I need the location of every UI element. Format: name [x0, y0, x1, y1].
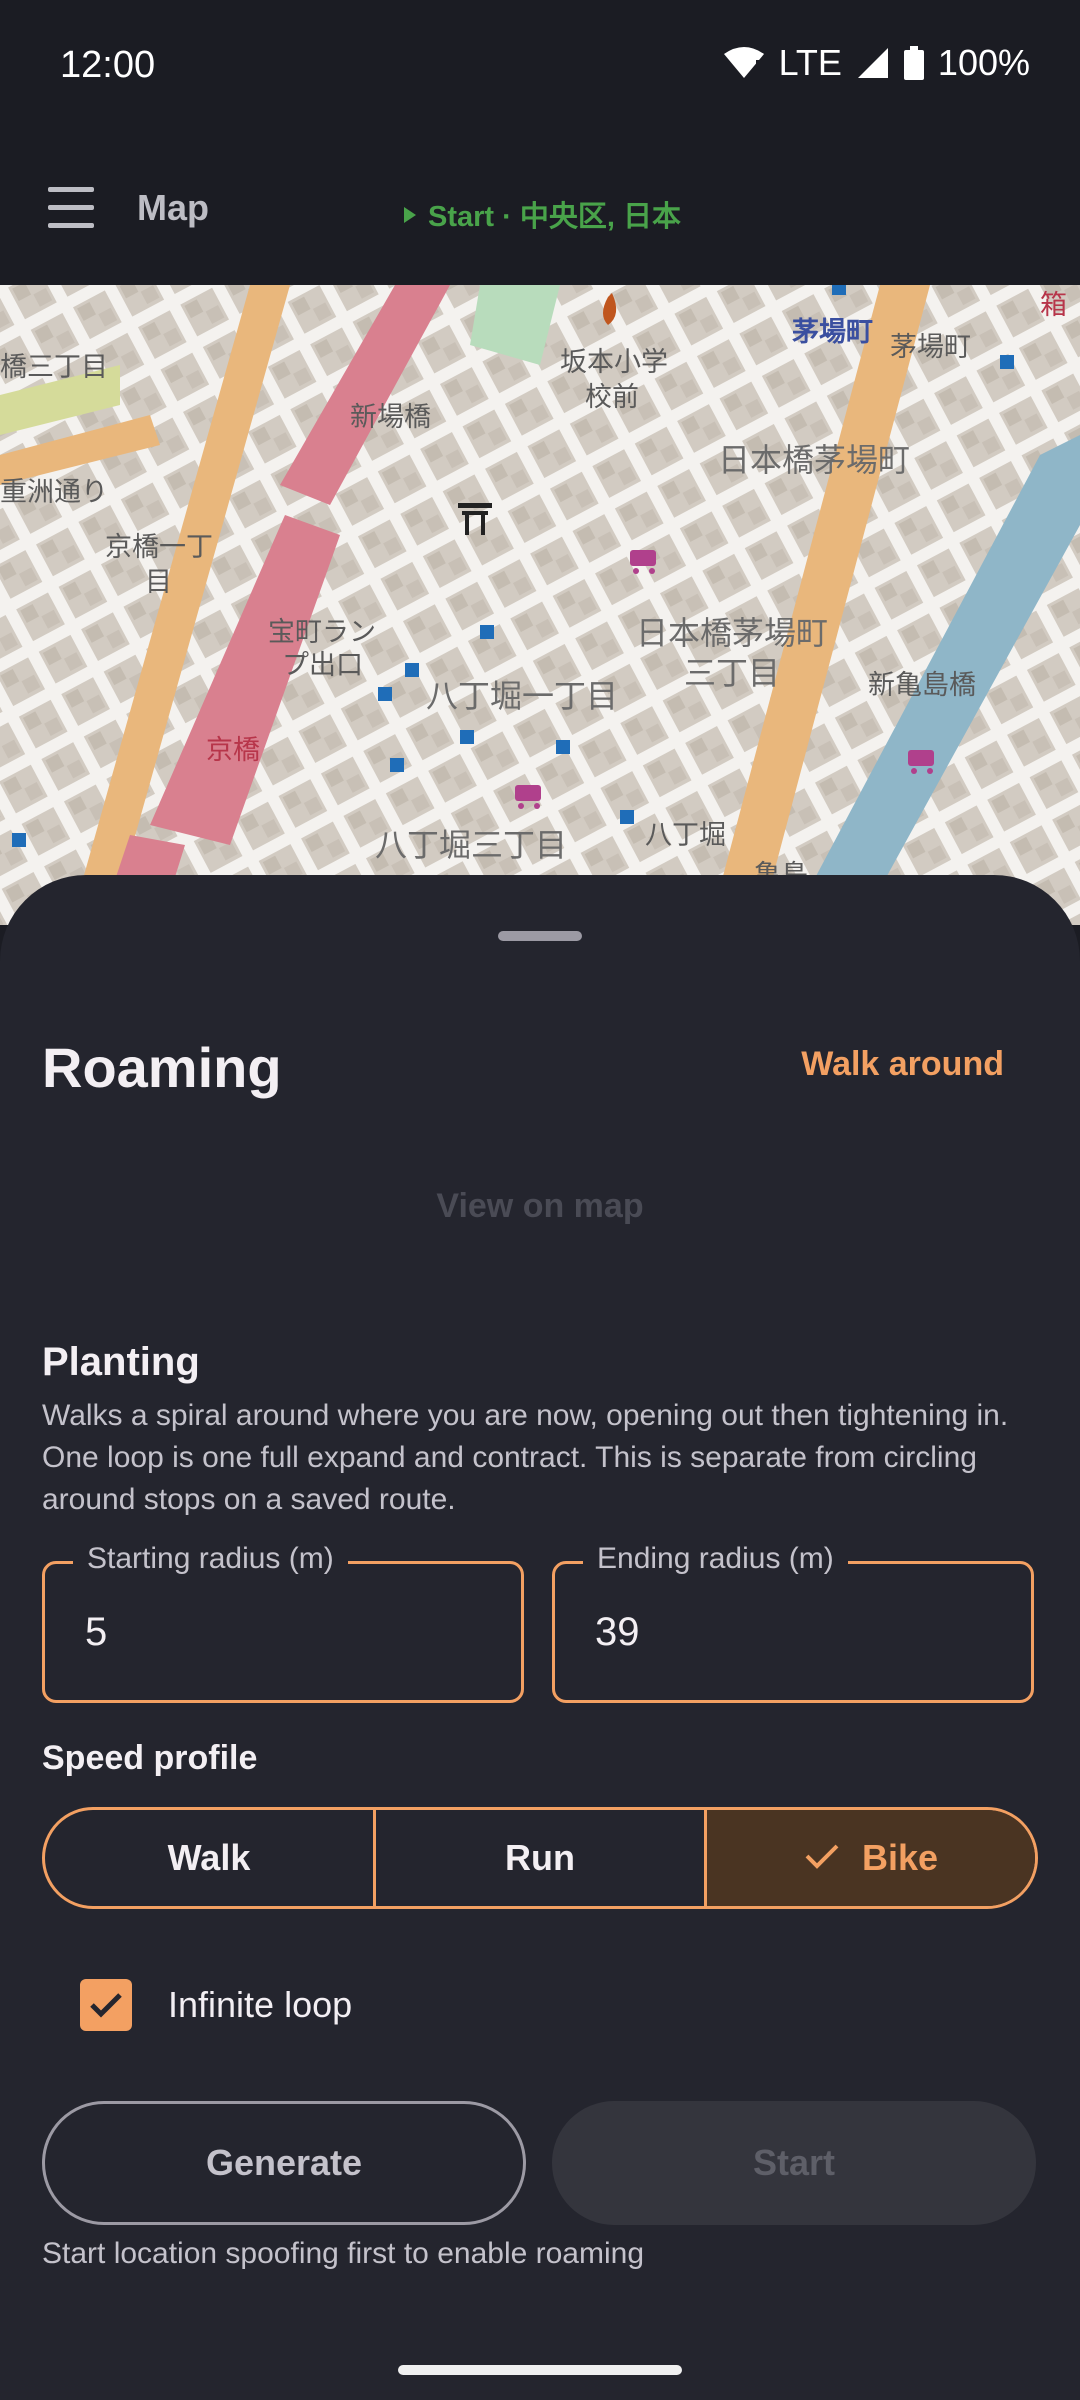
network-type: LTE [778, 42, 842, 83]
battery-icon [903, 46, 924, 80]
map-label: 八丁堀三丁目 [375, 827, 568, 863]
section-title: Planting [42, 1340, 200, 1384]
map-label: 八丁堀一丁目 [426, 678, 619, 714]
battery-level: 100% [937, 42, 1030, 83]
status-bar: 12:00 LTE 100% [0, 0, 1080, 135]
start-location[interactable]: Start · 中央区, 日本 [404, 193, 681, 235]
start-location-text: Start · 中央区, 日本 [428, 201, 681, 233]
infinite-loop-row[interactable]: Infinite loop [80, 1979, 352, 2031]
starting-radius-field[interactable]: Starting radius (m) 5 [42, 1542, 524, 1703]
check-icon [804, 1837, 840, 1879]
generate-button[interactable]: Generate [42, 2101, 526, 2225]
ending-radius-label: Ending radius (m) [583, 1542, 848, 1576]
ending-radius-field[interactable]: Ending radius (m) 39 [552, 1542, 1034, 1703]
signal-icon [856, 46, 890, 80]
map-label: 坂本小学 [560, 347, 668, 377]
roaming-sheet: Roaming Walk around View on map Planting… [0, 875, 1080, 2400]
map-label: 橋三丁目 [0, 352, 108, 382]
map-label: 茅場町 [890, 332, 971, 362]
map-label: 箱 [1040, 290, 1067, 320]
speed-option-bike[interactable]: Bike [707, 1810, 1035, 1906]
status-time: 12:00 [60, 44, 156, 86]
map-label: 八丁堀 [645, 820, 726, 850]
gesture-nav-bar[interactable] [398, 2365, 682, 2375]
map-label: 日本橋茅場町 [718, 442, 911, 478]
view-on-map-button[interactable]: View on map [0, 1187, 1080, 1226]
map-label: 京橋一丁 [105, 532, 213, 562]
speed-profile-selector: Walk Run Bike [42, 1807, 1038, 1909]
infinite-loop-label: Infinite loop [168, 1984, 353, 2025]
speed-option-label: Walk [167, 1837, 251, 1878]
status-icons: LTE 100% [723, 42, 1030, 84]
infinite-loop-checkbox[interactable] [80, 1979, 132, 2031]
wifi-icon [723, 46, 765, 80]
map-view[interactable]: 茅場町 茅場町 坂本小学 校前 日本橋茅場町 新場橋 京橋一丁 目 宝町ラン プ… [0, 285, 1080, 925]
starting-radius-label: Starting radius (m) [73, 1542, 348, 1576]
drag-handle[interactable] [498, 931, 582, 941]
map-label: 校前 [585, 382, 639, 412]
map-label: 新亀島橋 [868, 670, 976, 700]
speed-option-run[interactable]: Run [376, 1810, 707, 1906]
map-label: 重洲通り [0, 477, 108, 507]
map-label: 京橋 [206, 735, 260, 765]
starting-radius-value: 5 [85, 1610, 108, 1654]
menu-icon[interactable] [48, 187, 98, 231]
walk-around-button[interactable]: Walk around [801, 1045, 1004, 1084]
map-label: 新場橋 [350, 402, 431, 432]
map-label: プ出口 [282, 650, 363, 680]
app-bar: Map Start · 中央区, 日本 [0, 135, 1080, 285]
map-label: 茅場町 [792, 317, 873, 347]
speed-option-label: Run [505, 1837, 575, 1878]
check-icon [90, 1993, 122, 2018]
play-icon [404, 198, 416, 231]
sheet-title: Roaming [42, 1036, 282, 1099]
map-label: 目 [145, 567, 172, 597]
app-title: Map [137, 187, 209, 228]
speed-option-walk[interactable]: Walk [45, 1810, 376, 1906]
roaming-hint: Start location spoofing first to enable … [42, 2237, 645, 2270]
start-button[interactable]: Start [552, 2101, 1036, 2225]
speed-option-label: Bike [861, 1837, 939, 1878]
ending-radius-value: 39 [595, 1610, 640, 1654]
section-description: Walks a spiral around where you are now,… [42, 1399, 1009, 1516]
map-label: 三丁目 [684, 655, 781, 691]
speed-profile-label: Speed profile [42, 1739, 258, 1777]
